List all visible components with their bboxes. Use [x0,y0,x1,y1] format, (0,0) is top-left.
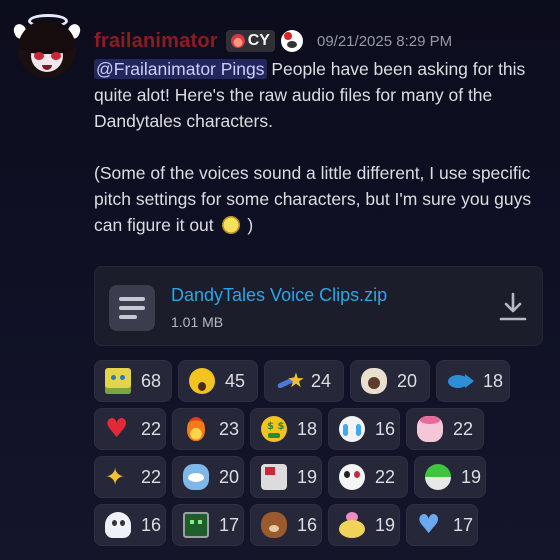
reaction-count: 45 [225,370,246,391]
ghost-character-emoji-icon [103,510,133,540]
pink-character-emoji-icon [415,414,445,444]
reaction-count: 22 [453,418,474,439]
reaction-count: 16 [375,418,396,439]
reaction-button[interactable]: 16 [328,408,400,450]
panda-character-emoji-icon [337,462,367,492]
reaction-count: 24 [311,370,332,391]
crying-face-emoji-icon [337,414,367,444]
reaction-count: 20 [397,370,418,391]
green-ball-emoji-icon [423,462,453,492]
reaction-button[interactable]: 19 [414,456,486,498]
reaction-button[interactable]: 16 [250,504,322,546]
server-tag[interactable]: CY [225,30,275,52]
file-archive-icon [109,285,155,331]
reaction-button[interactable]: 68 [94,360,172,402]
blue-heart-emoji-icon: ♥ [417,510,441,540]
reaction-button[interactable]: 45 [178,360,258,402]
reaction-count: 22 [375,466,396,487]
reaction-button[interactable]: ★ 24 [264,360,344,402]
role-icon[interactable] [280,30,303,52]
message-paragraph-2: (Some of the voices sound a little diffe… [94,160,549,238]
reaction-button[interactable]: $ $ 18 [250,408,322,450]
fire-emoji-icon [181,414,211,444]
reaction-count: 22 [141,418,162,439]
username[interactable]: frailanimator [94,30,218,53]
file-attachment: DandyTales Voice Clips.zip 1.01 MB [94,266,543,346]
reaction-count: 22 [141,466,162,487]
brown-dog-emoji-icon [259,510,289,540]
reaction-button[interactable]: 20 [350,360,430,402]
reaction-count: 16 [141,514,162,535]
avatar-image [18,20,76,78]
money-mouth-emoji-icon: $ $ [259,414,289,444]
reaction-button[interactable]: 17 [172,504,244,546]
file-name-link[interactable]: DandyTales Voice Clips.zip [171,285,387,306]
role-mention[interactable]: @Frailanimator Pings [94,59,267,79]
reaction-button[interactable]: ♥ 17 [406,504,478,546]
reaction-count: 16 [297,514,318,535]
message-paragraph-1: @Frailanimator Pings People have been as… [94,56,549,134]
reaction-button[interactable]: 22 [406,408,484,450]
robot-character-emoji-icon [259,462,289,492]
reaction-button[interactable]: 19 [250,456,322,498]
reaction-button[interactable]: 23 [172,408,244,450]
reaction-button[interactable]: 22 [328,456,408,498]
message-text-2: (Some of the voices sound a little diffe… [94,163,532,235]
reaction-button[interactable]: 18 [436,360,510,402]
server-tag-label: CY [247,32,270,49]
flower-character-emoji-icon [337,510,367,540]
avatar[interactable] [11,14,84,78]
reaction-count: 19 [297,466,318,487]
message-content: @Frailanimator Pings People have been as… [94,56,549,238]
reaction-button[interactable]: 19 [328,504,400,546]
green-monitor-emoji-icon [181,510,211,540]
file-size: 1.01 MB [171,314,224,330]
blue-character-emoji-icon [181,462,211,492]
sponge-face-emoji-icon [103,366,133,396]
shooting-star-emoji-icon: ★ [273,366,305,396]
reaction-count: 19 [375,514,396,535]
reaction-button[interactable]: ✦ 22 [94,456,166,498]
sheep-face-emoji-icon [359,366,389,396]
red-heart-emoji-icon: ♥ [105,414,129,444]
reaction-count: 23 [219,418,240,439]
surprised-yellow-emoji-icon [187,366,217,396]
reaction-button[interactable]: ♥ 22 [94,408,166,450]
server-tag-icon [230,34,245,48]
sparkles-emoji-icon: ✦ [105,463,126,491]
message-text-2-end: ) [242,215,254,235]
reaction-count: 68 [141,370,162,391]
reaction-count: 20 [219,466,240,487]
message-header: frailanimator CY 09/21/2025 8:29 PM [94,28,452,54]
timestamp[interactable]: 09/21/2025 8:29 PM [317,33,452,50]
reaction-count: 17 [453,514,474,535]
reaction-count: 18 [297,418,318,439]
reaction-count: 18 [483,370,504,391]
reaction-button[interactable]: 20 [172,456,244,498]
reaction-count: 19 [461,466,482,487]
reaction-count: 17 [219,514,240,535]
reaction-button[interactable]: 16 [94,504,166,546]
blue-fish-emoji-icon [445,366,475,396]
download-icon[interactable] [498,291,528,323]
sponge-heart-emoji-icon[interactable] [218,214,243,236]
